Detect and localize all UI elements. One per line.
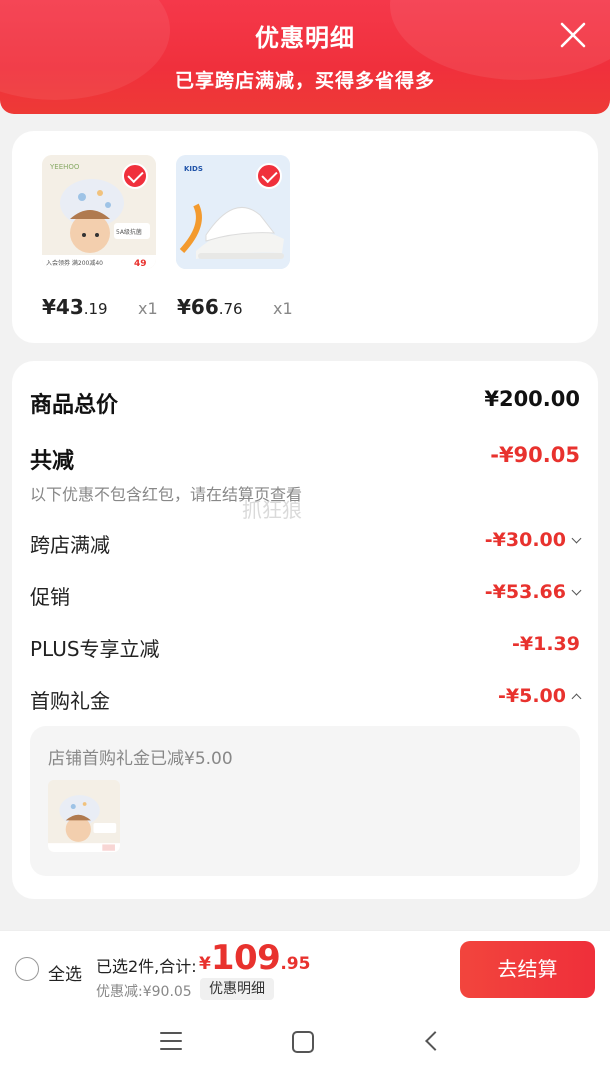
product-thumbnail-kids-shoe[interactable]: KIDS	[176, 155, 290, 269]
discount-item-promotion[interactable]: 促销 -¥53.66	[30, 581, 582, 609]
discount-detail-button[interactable]: 优惠明细	[200, 978, 274, 1000]
total-reduce-row: 共减 -¥90.05	[30, 443, 580, 474]
header: 优惠明细 已享跨店满减，买得多省得多	[0, 0, 610, 114]
product-tag-price: 49	[134, 259, 147, 269]
discount-amount-text: 优惠减:¥90.05	[96, 984, 192, 1000]
select-all-radio[interactable]	[15, 957, 39, 981]
discount-item-cross-store[interactable]: 跨店满减 -¥30.00	[30, 529, 582, 557]
product-quantity: x1	[138, 299, 158, 318]
discount-item-label: 跨店满减	[30, 533, 110, 557]
page-title: 优惠明细	[255, 24, 355, 52]
select-all-label[interactable]: 全选	[48, 960, 82, 985]
gift-detail-text: 店铺首购礼金已减¥5.00	[48, 749, 233, 769]
discount-item-label: 促销	[30, 585, 70, 609]
close-icon[interactable]	[558, 20, 588, 50]
total-price-value: ¥200.00	[484, 387, 580, 411]
product-badge: 5A级抗菌	[116, 228, 142, 236]
first-purchase-gift-detail: 店铺首购礼金已减¥5.00	[30, 726, 580, 876]
discount-summary-card: 商品总价 ¥200.00 共减 -¥90.05 以下优惠不包含红包，请在结算页查…	[12, 361, 598, 899]
discount-item-first-purchase[interactable]: 首购礼金 -¥5.00	[30, 685, 582, 713]
selected-check-icon[interactable]	[122, 163, 148, 189]
total-amount: ¥109.95	[199, 938, 311, 978]
total-reduce-value: -¥90.05	[490, 443, 580, 467]
discount-item-value: -¥5.00	[498, 685, 582, 707]
chevron-up-icon[interactable]	[571, 693, 582, 704]
discount-item-label: 首购礼金	[30, 689, 110, 713]
gift-product-thumbnail[interactable]	[48, 780, 120, 852]
total-price-row: 商品总价 ¥200.00	[30, 387, 580, 418]
total-price-label: 商品总价	[30, 393, 119, 418]
discount-item-value: -¥53.66	[485, 581, 582, 603]
discount-item-value: -¥1.39	[512, 633, 580, 655]
product-quantity: x1	[273, 299, 293, 318]
product-promo: 入会领券 满200减40	[46, 259, 103, 267]
system-nav-bar	[0, 1007, 610, 1077]
menu-icon[interactable]	[160, 1032, 182, 1052]
product-price: ¥43.19	[42, 295, 108, 319]
page-subtitle: 已享跨店满减，买得多省得多	[174, 70, 435, 92]
selected-check-icon[interactable]	[256, 163, 282, 189]
product-brand: YEEHOO	[49, 163, 80, 171]
selected-count-text: 已选2件,合计:	[96, 957, 197, 976]
chevron-down-icon[interactable]	[571, 585, 582, 596]
product-brand: KIDS	[184, 165, 203, 173]
discount-item-label: PLUS专享立减	[30, 637, 160, 661]
products-card: YEEHOO 5A级抗菌 入会领券 满200减40 49 KIDS ¥43.19…	[12, 131, 598, 343]
product-thumbnail-baby-hat[interactable]: YEEHOO 5A级抗菌 入会领券 满200减40 49	[42, 155, 156, 269]
checkout-button[interactable]: 去结算	[460, 941, 595, 998]
checkout-bar: 全选 已选2件,合计: ¥109.95 优惠减:¥90.05 优惠明细 去结算	[0, 930, 610, 1007]
back-icon[interactable]	[425, 1031, 445, 1051]
product-price: ¥66.76	[177, 295, 243, 319]
chevron-down-icon[interactable]	[571, 533, 582, 544]
baby-hat-image	[48, 780, 120, 852]
watermark: 抓狂狼	[242, 498, 302, 522]
home-icon[interactable]	[292, 1031, 314, 1053]
discount-item-plus: PLUS专享立减 -¥1.39	[30, 633, 580, 661]
total-reduce-label: 共减	[30, 449, 75, 474]
discount-item-value: -¥30.00	[485, 529, 582, 551]
